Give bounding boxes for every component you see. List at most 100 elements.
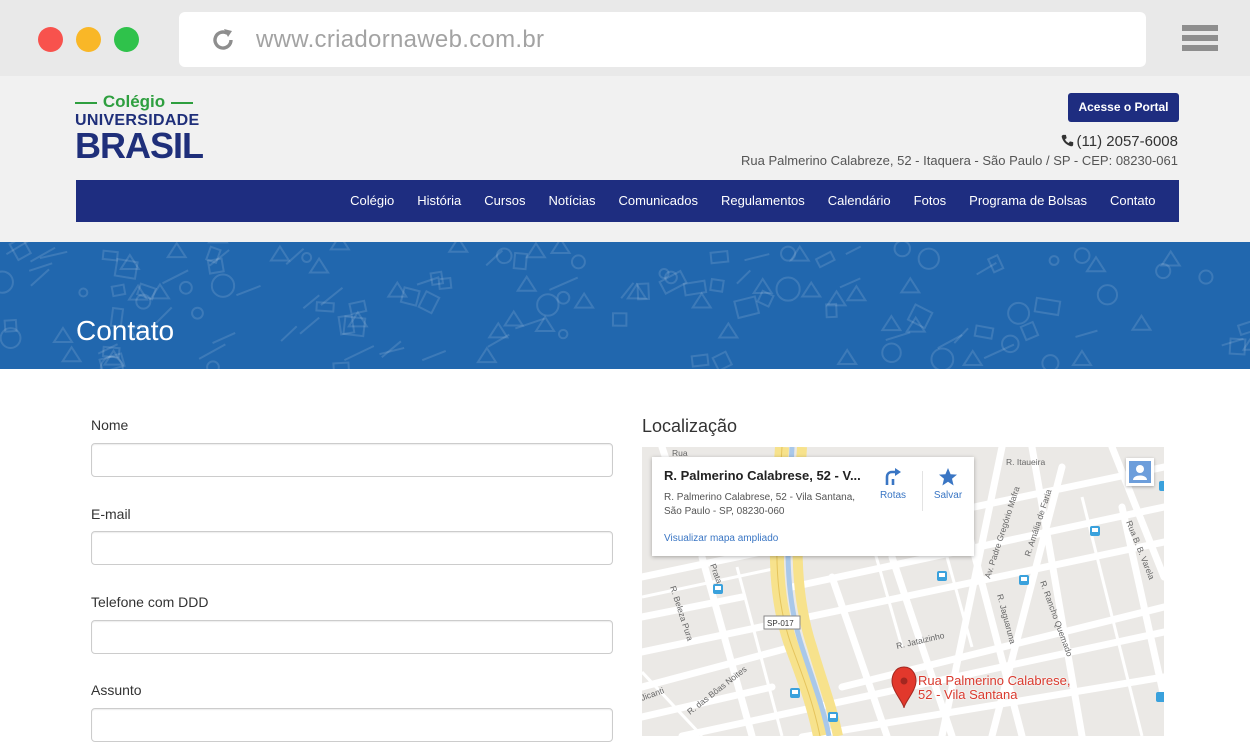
address-bar[interactable]: www.criadornaweb.com.br: [179, 12, 1146, 67]
email-input[interactable]: [91, 531, 613, 565]
name-label: Nome: [91, 417, 128, 433]
nav-item-contato[interactable]: Contato: [1098, 180, 1167, 222]
nav-item-cursos[interactable]: Cursos: [473, 180, 537, 222]
nav-item-colegio[interactable]: Colégio: [339, 180, 406, 222]
school-logo[interactable]: Colégio UNIVERSIDADE BRASIL: [75, 92, 205, 166]
map-card-address-line1: R. Palmerino Calabrese, 52 - Vila Santan…: [664, 491, 869, 505]
banner-doodle: [737, 270, 750, 283]
banner-doodle: [112, 285, 126, 296]
card-divider: [922, 471, 923, 511]
browser-menu-icon[interactable]: [1182, 25, 1218, 54]
save-label: Salvar: [934, 490, 962, 501]
banner-doodle: [745, 254, 770, 260]
banner-doodle: [846, 247, 861, 255]
banner-doodle: [1073, 351, 1091, 365]
banner-doodle: [514, 253, 527, 269]
phone-text: (11) 2057-6008: [1077, 133, 1178, 150]
banner-doodle: [549, 278, 577, 290]
banner-doodle: [316, 302, 333, 311]
banner-doodle: [919, 249, 939, 269]
banner-doodle: [213, 333, 236, 343]
banner-doodle: [505, 312, 523, 326]
pegman-icon: [1126, 458, 1154, 486]
banner-doodle: [975, 325, 994, 338]
banner-doodle: [180, 282, 192, 294]
banner-doodle: [271, 246, 289, 260]
minimize-window-button[interactable]: [76, 27, 101, 52]
school-address: Rua Palmerino Calabreze, 52 - Itaquera -…: [741, 153, 1178, 168]
banner-doodle: [1021, 322, 1038, 340]
nav-item-calendario[interactable]: Calendário: [816, 180, 902, 222]
nav-item-programa-de-bolsas[interactable]: Programa de Bolsas: [958, 180, 1099, 222]
email-label: E-mail: [91, 506, 131, 522]
banner-doodle: [1075, 248, 1090, 263]
directions-button[interactable]: Rotas: [873, 467, 913, 501]
banner-doodle: [802, 283, 820, 297]
phone-label: Telefone com DDD: [91, 594, 209, 610]
banner-doodle: [0, 271, 13, 292]
directions-label: Rotas: [880, 490, 906, 501]
map-pin-label-line2: 52 - Vila Santana: [918, 688, 1070, 702]
banner-doodle: [1075, 331, 1097, 337]
banner-pattern: [0, 242, 1250, 369]
phone-icon: [1061, 134, 1074, 147]
banner-doodle: [54, 328, 72, 342]
banner-doodle: [31, 269, 49, 285]
reload-icon[interactable]: [209, 26, 237, 54]
banner-doodle: [497, 249, 512, 264]
banner-doodle: [692, 355, 709, 367]
close-window-button[interactable]: [38, 27, 63, 52]
banner-doodle: [734, 296, 759, 318]
map-card-address-line2: São Paulo - SP, 08230-060: [664, 505, 869, 519]
banner-doodle: [882, 316, 900, 330]
banner-doodle: [344, 346, 373, 360]
banner-doodle: [212, 275, 234, 297]
location-title: Localização: [642, 416, 737, 437]
portal-button[interactable]: Acesse o Portal: [1068, 93, 1179, 122]
banner-doodle: [537, 294, 558, 315]
banner-doodle: [572, 255, 585, 268]
banner-doodle: [527, 243, 545, 257]
banner-doodle: [711, 251, 729, 263]
save-button[interactable]: Salvar: [928, 467, 968, 501]
map-info-card: R. Palmerino Calabrese, 52 - V... R. Pal…: [652, 457, 974, 556]
embedded-map[interactable]: R. Itaueira Av. Padre Gregório Mafra R. …: [642, 447, 1164, 736]
banner-doodle: [552, 242, 570, 253]
phone-number: (11) 2057-6008: [1061, 133, 1178, 150]
banner-doodle: [693, 293, 711, 307]
map-card-address: R. Palmerino Calabrese, 52 - Vila Santan…: [664, 491, 869, 519]
nav-item-comunicados[interactable]: Comunicados: [607, 180, 710, 222]
banner-doodle: [103, 251, 118, 261]
banner-doodle: [938, 335, 962, 348]
street-view-button[interactable]: [1126, 458, 1154, 486]
banner-doodle: [486, 250, 502, 265]
nav-item-regulamentos[interactable]: Regulamentos: [709, 180, 816, 222]
banner-doodle: [536, 317, 554, 331]
banner-doodle: [339, 315, 355, 334]
banner-doodle: [838, 350, 856, 364]
logo-bottom-text: BRASIL: [75, 126, 203, 166]
nav-item-historia[interactable]: História: [406, 180, 473, 222]
page-banner: Contato: [0, 242, 1250, 369]
banner-doodle: [192, 308, 203, 319]
directions-icon: [883, 467, 903, 487]
subject-label: Assunto: [91, 682, 142, 698]
nav-item-fotos[interactable]: Fotos: [902, 180, 958, 222]
subject-input[interactable]: [91, 708, 613, 742]
logo-top-text: Colégio: [75, 92, 193, 112]
maximize-window-button[interactable]: [114, 27, 139, 52]
banner-doodle: [713, 352, 732, 369]
banner-doodle: [236, 286, 260, 295]
street-label-itaueira: R. Itaueira: [1006, 457, 1045, 467]
name-input[interactable]: [91, 443, 613, 477]
banner-doodle: [79, 288, 87, 296]
banner-doodle: [286, 249, 303, 265]
nav-item-noticias[interactable]: Notícias: [537, 180, 607, 222]
view-larger-map-link[interactable]: Visualizar mapa ampliado: [664, 533, 778, 544]
phone-input[interactable]: [91, 620, 613, 654]
banner-doodle: [1050, 256, 1059, 265]
banner-doodle: [1098, 285, 1117, 304]
main-nav: ColégioHistóriaCursosNotíciasComunicados…: [76, 180, 1179, 222]
banner-doodle: [300, 318, 319, 334]
banner-doodle: [575, 294, 593, 308]
